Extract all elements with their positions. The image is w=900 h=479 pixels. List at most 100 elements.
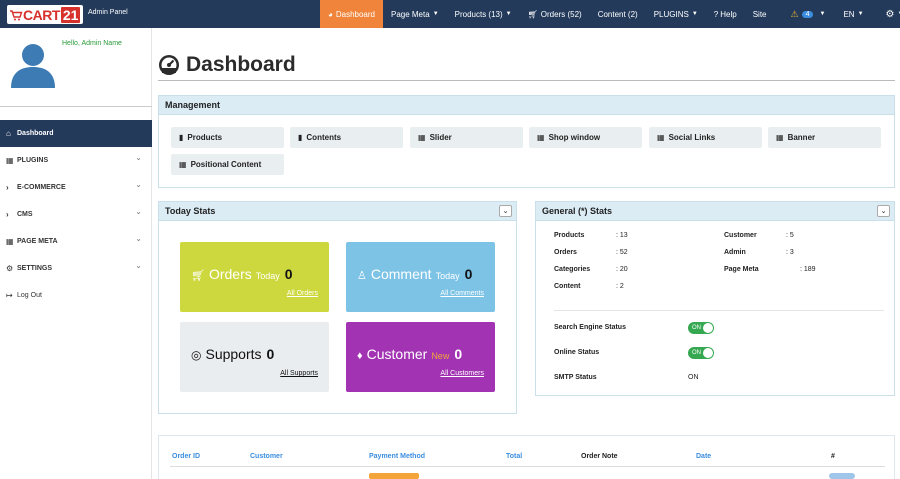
col-date[interactable]: Date bbox=[696, 453, 711, 460]
online-status-toggle[interactable]: ON bbox=[688, 347, 714, 359]
banner-button[interactable]: ▦ Banner bbox=[768, 127, 881, 148]
sidebar-item-e-commerce[interactable]: › E-COMMERCE ⌄ bbox=[0, 174, 152, 201]
all-customers-link[interactable]: All Customers bbox=[440, 370, 484, 377]
shop-window-button[interactable]: ▦ Shop window bbox=[529, 127, 642, 148]
collapse-button[interactable]: ⌄ bbox=[499, 205, 512, 217]
greeting-text: Hello, Admin Name bbox=[62, 40, 122, 47]
positional-content-button-label: Positional Content bbox=[190, 160, 262, 169]
search-engine-status-toggle[interactable]: ON bbox=[688, 322, 714, 334]
caret-down-icon: ▼ bbox=[432, 11, 439, 17]
slider-button-label: Slider bbox=[429, 133, 452, 142]
cart-logo-icon bbox=[10, 9, 23, 20]
nav-site-label: Site bbox=[752, 9, 767, 19]
stat-value-admin: : 3 bbox=[786, 249, 794, 256]
products-button-label: Products bbox=[187, 133, 223, 142]
warning-icon: ⚠ bbox=[790, 8, 799, 19]
col-customer[interactable]: Customer bbox=[250, 453, 283, 460]
contents-button[interactable]: ▮ Contents bbox=[290, 127, 403, 148]
nav-page-meta[interactable]: Page Meta ▼ bbox=[383, 0, 447, 28]
sidebar-menu: ⌂ Dashboard ▦ PLUGINS ⌄ › E-COMMERCE ⌄ ›… bbox=[0, 120, 152, 309]
table-icon: ▦ bbox=[537, 133, 545, 142]
table-row[interactable] bbox=[170, 473, 885, 479]
language-label: EN bbox=[843, 9, 855, 19]
banner-button-label: Banner bbox=[787, 133, 816, 142]
all-orders-link[interactable]: All Orders bbox=[287, 290, 318, 297]
stats-divider bbox=[554, 310, 884, 311]
alerts-count-badge: 4 bbox=[801, 10, 814, 18]
stat-value-page-meta: : 189 bbox=[800, 266, 816, 273]
products-button[interactable]: ▮ Products bbox=[171, 127, 284, 148]
sidebar-item-dashboard[interactable]: ⌂ Dashboard bbox=[0, 120, 152, 147]
sidebar-item-settings[interactable]: ⚙ SETTINGS ⌄ bbox=[0, 255, 152, 282]
col-total[interactable]: Total bbox=[506, 453, 522, 460]
title-divider bbox=[158, 80, 895, 81]
logo-number: 21 bbox=[60, 6, 81, 23]
nav-plugins[interactable]: PLUGINS ▼ bbox=[646, 0, 706, 28]
nav-alerts[interactable]: ⚠ 4 ▼ bbox=[775, 0, 834, 28]
nav-plugins-label: PLUGINS bbox=[653, 9, 689, 19]
gear-icon: ⚙ bbox=[6, 264, 14, 273]
sidebar-item-plugins[interactable]: ▦ PLUGINS ⌄ bbox=[0, 147, 152, 174]
col-payment-method[interactable]: Payment Method bbox=[369, 453, 425, 460]
social-links-button[interactable]: ▦ Social Links bbox=[649, 127, 762, 148]
today-stats-header: Today Stats ⌄ bbox=[159, 202, 516, 221]
stat-label-customer: Customer bbox=[724, 232, 757, 239]
admin-panel-label: Admin Panel bbox=[88, 9, 128, 16]
nav-site[interactable]: Site bbox=[745, 0, 775, 28]
supports-stat-title: ◎ Supports 0 bbox=[191, 346, 274, 362]
sidebar-item-label: E-COMMERCE bbox=[17, 184, 66, 191]
sidebar-item-label: PLUGINS bbox=[17, 157, 49, 164]
stat-label-products: Products bbox=[554, 232, 585, 239]
sidebar-divider bbox=[0, 106, 152, 107]
nav-products-label: Products (13) bbox=[454, 9, 503, 19]
chevron-down-icon: ⌄ bbox=[135, 153, 142, 162]
dashboard-icon: ⌂ bbox=[6, 129, 11, 138]
table-icon: ▦ bbox=[657, 133, 665, 142]
shop-window-button-label: Shop window bbox=[548, 133, 601, 142]
social-links-button-label: Social Links bbox=[668, 133, 716, 142]
slider-button[interactable]: ▦ Slider bbox=[410, 127, 523, 148]
nav-dashboard[interactable]: ◕ Dashboard bbox=[320, 0, 383, 28]
positional-content-button[interactable]: ▦ Positional Content bbox=[171, 154, 284, 175]
orders-stat-label: Orders bbox=[208, 266, 252, 282]
stat-label-categories: Categories bbox=[554, 266, 591, 273]
table-icon: ▦ bbox=[6, 237, 14, 246]
brand-logo[interactable]: CART 21 bbox=[7, 5, 84, 24]
general-stats-title: General (*) Stats bbox=[542, 206, 613, 216]
top-nav: ◕ Dashboard Page Meta ▼ Products (13) ▼ 🛒︎… bbox=[320, 0, 900, 28]
stat-value-orders: : 52 bbox=[616, 249, 628, 256]
cart-icon: 🛒︎ bbox=[191, 270, 205, 282]
chevron-down-icon: ⌄ bbox=[135, 261, 142, 270]
customer-stat-title: ♦ Customer New 0 bbox=[357, 346, 462, 362]
chevron-right-icon: › bbox=[6, 183, 9, 192]
general-stats-header: General (*) Stats ⌄ bbox=[536, 202, 894, 221]
help-icon: ? bbox=[713, 9, 719, 19]
toggle-text: ON bbox=[692, 350, 701, 356]
table-icon: ▦ bbox=[418, 133, 426, 142]
sidebar-item-cms[interactable]: › CMS ⌄ bbox=[0, 201, 152, 228]
sidebar-item-label: Log Out bbox=[17, 292, 42, 299]
sidebar-item-label: SETTINGS bbox=[17, 265, 53, 272]
top-navbar: CART 21 Admin Panel ◕ Dashboard Page Meta… bbox=[0, 0, 900, 28]
nav-help[interactable]: ? Help bbox=[706, 0, 745, 28]
nav-settings[interactable]: ⚙▼ bbox=[872, 0, 900, 28]
sidebar-item-page-meta[interactable]: ▦ PAGE META ⌄ bbox=[0, 228, 152, 255]
col-order-id[interactable]: Order ID bbox=[172, 453, 200, 460]
cart-icon: 🛒︎ bbox=[527, 9, 538, 19]
collapse-button[interactable]: ⌄ bbox=[877, 205, 890, 217]
nav-content[interactable]: Content (2) bbox=[590, 0, 646, 28]
stat-value-customer: : 5 bbox=[786, 232, 794, 239]
stat-label-content: Content bbox=[554, 283, 581, 290]
caret-down-icon: ▼ bbox=[819, 11, 826, 17]
nav-orders[interactable]: 🛒︎ Orders (52) bbox=[520, 0, 590, 28]
all-supports-link[interactable]: All Supports bbox=[280, 370, 318, 377]
stat-label-page-meta: Page Meta bbox=[724, 266, 759, 273]
sidebar-item-logout[interactable]: ↦ Log Out bbox=[0, 282, 152, 309]
orders-stat-count: 0 bbox=[284, 266, 293, 282]
nav-language[interactable]: EN ▼ bbox=[833, 0, 871, 28]
stat-value-content: : 2 bbox=[616, 283, 624, 290]
nav-products[interactable]: Products (13) ▼ bbox=[447, 0, 520, 28]
row-action-button[interactable] bbox=[829, 473, 855, 479]
all-comments-link[interactable]: All Comments bbox=[440, 290, 484, 297]
page-title: Dashboard bbox=[186, 53, 296, 76]
